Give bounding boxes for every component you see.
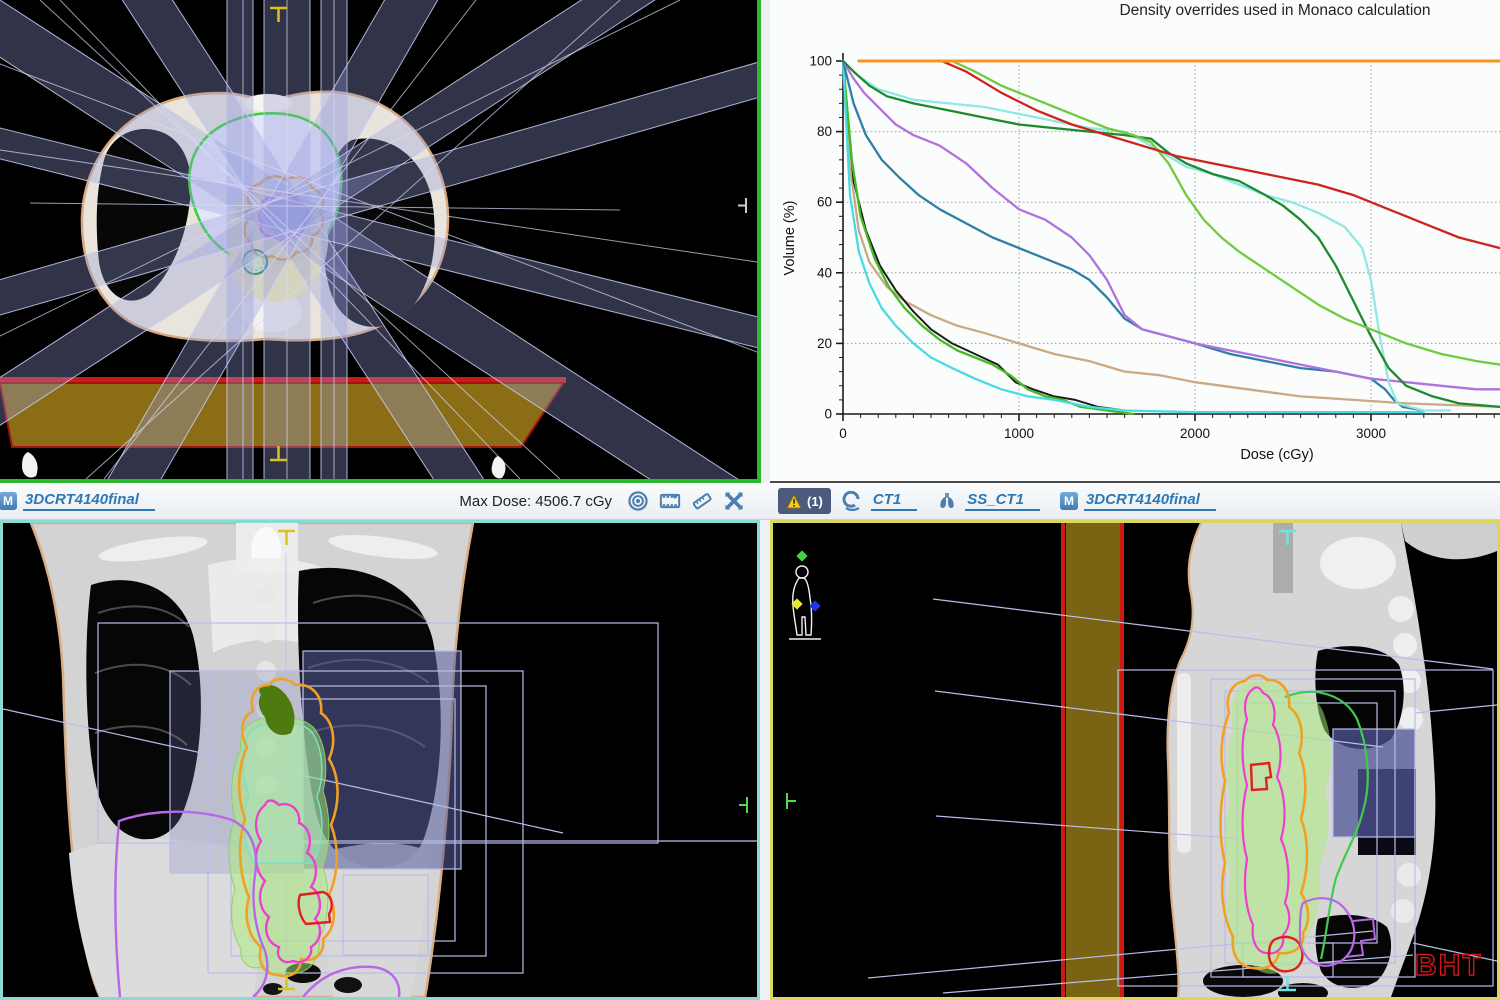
plan-item[interactable]: M 3DCRT4140final (1060, 491, 1222, 511)
toolbar-right: (1) CT1 SS_CT1 M 3DCRT4140final (772, 483, 1500, 519)
svg-text:1000: 1000 (1004, 426, 1034, 441)
lungs-icon (937, 491, 957, 511)
cine-film-icon[interactable] (659, 490, 681, 512)
svg-text:0: 0 (824, 407, 832, 422)
plan-m-icon: M (0, 492, 17, 510)
coronal-ct-canvas[interactable] (3, 523, 757, 997)
warning-badge[interactable]: (1) (778, 488, 831, 514)
couch-rail (1061, 523, 1124, 997)
svg-text:60: 60 (817, 195, 832, 210)
bht-watermark: BHT (1415, 949, 1483, 982)
ct-dataset-label[interactable]: CT1 (871, 491, 917, 511)
coronal-view[interactable] (0, 520, 760, 1000)
target-icon[interactable] (627, 490, 649, 512)
svg-text:40: 40 (817, 265, 832, 280)
svg-text:2000: 2000 (1180, 426, 1210, 441)
svg-text:100: 100 (809, 54, 832, 69)
toolbar: M 3DCRT4140final Max Dose: 4506.7 cGy (0, 483, 1500, 520)
measure-ruler-icon[interactable] (691, 490, 713, 512)
dvh-curve-light-green-structure (952, 61, 1500, 365)
plan-link[interactable]: 3DCRT4140final (23, 491, 155, 511)
svg-text:20: 20 (817, 336, 832, 351)
axial-active-border-right (757, 0, 761, 483)
sagittal-ct-canvas[interactable]: BHT (773, 523, 1497, 997)
svg-text:0: 0 (839, 426, 847, 441)
svg-text:Density overrides used in Mona: Density overrides used in Monaco calcula… (1119, 2, 1430, 19)
expand-cross-icon[interactable] (723, 490, 745, 512)
svg-text:Volume (%): Volume (%) (782, 201, 798, 276)
axial-ct-canvas[interactable] (0, 0, 757, 479)
plan-m-icon-right: M (1060, 492, 1078, 510)
ct-dataset-item[interactable]: CT1 (841, 491, 923, 511)
structure-set-item[interactable]: SS_CT1 (937, 491, 1046, 511)
svg-text:80: 80 (817, 124, 832, 139)
structure-set-label[interactable]: SS_CT1 (965, 491, 1040, 511)
dvh-curve-cyan-fast-structure (843, 61, 1424, 412)
ct-scanner-icon (841, 491, 863, 511)
svg-text:Dose (cGy): Dose (cGy) (1240, 447, 1313, 463)
dvh-panel[interactable]: 0204060801000100020003000Density overrid… (770, 0, 1500, 483)
dvh-curve-dark-green-structure (843, 61, 1500, 407)
toolbar-left: M 3DCRT4140final Max Dose: 4506.7 cGy (0, 483, 758, 519)
svg-text:3000: 3000 (1356, 426, 1386, 441)
warning-icon (786, 494, 802, 509)
sagittal-view[interactable]: BHT (770, 520, 1500, 1000)
max-dose-label: Max Dose: 4506.7 cGy (459, 493, 612, 510)
dvh-chart: 0204060801000100020003000Density overrid… (770, 0, 1500, 481)
axial-view[interactable] (0, 0, 757, 479)
warning-count: (1) (807, 494, 823, 509)
dvh-curve-red-structure (942, 61, 1500, 248)
dvh-curve-tan-structure (843, 61, 1500, 407)
plan-label-right[interactable]: 3DCRT4140final (1084, 491, 1216, 511)
